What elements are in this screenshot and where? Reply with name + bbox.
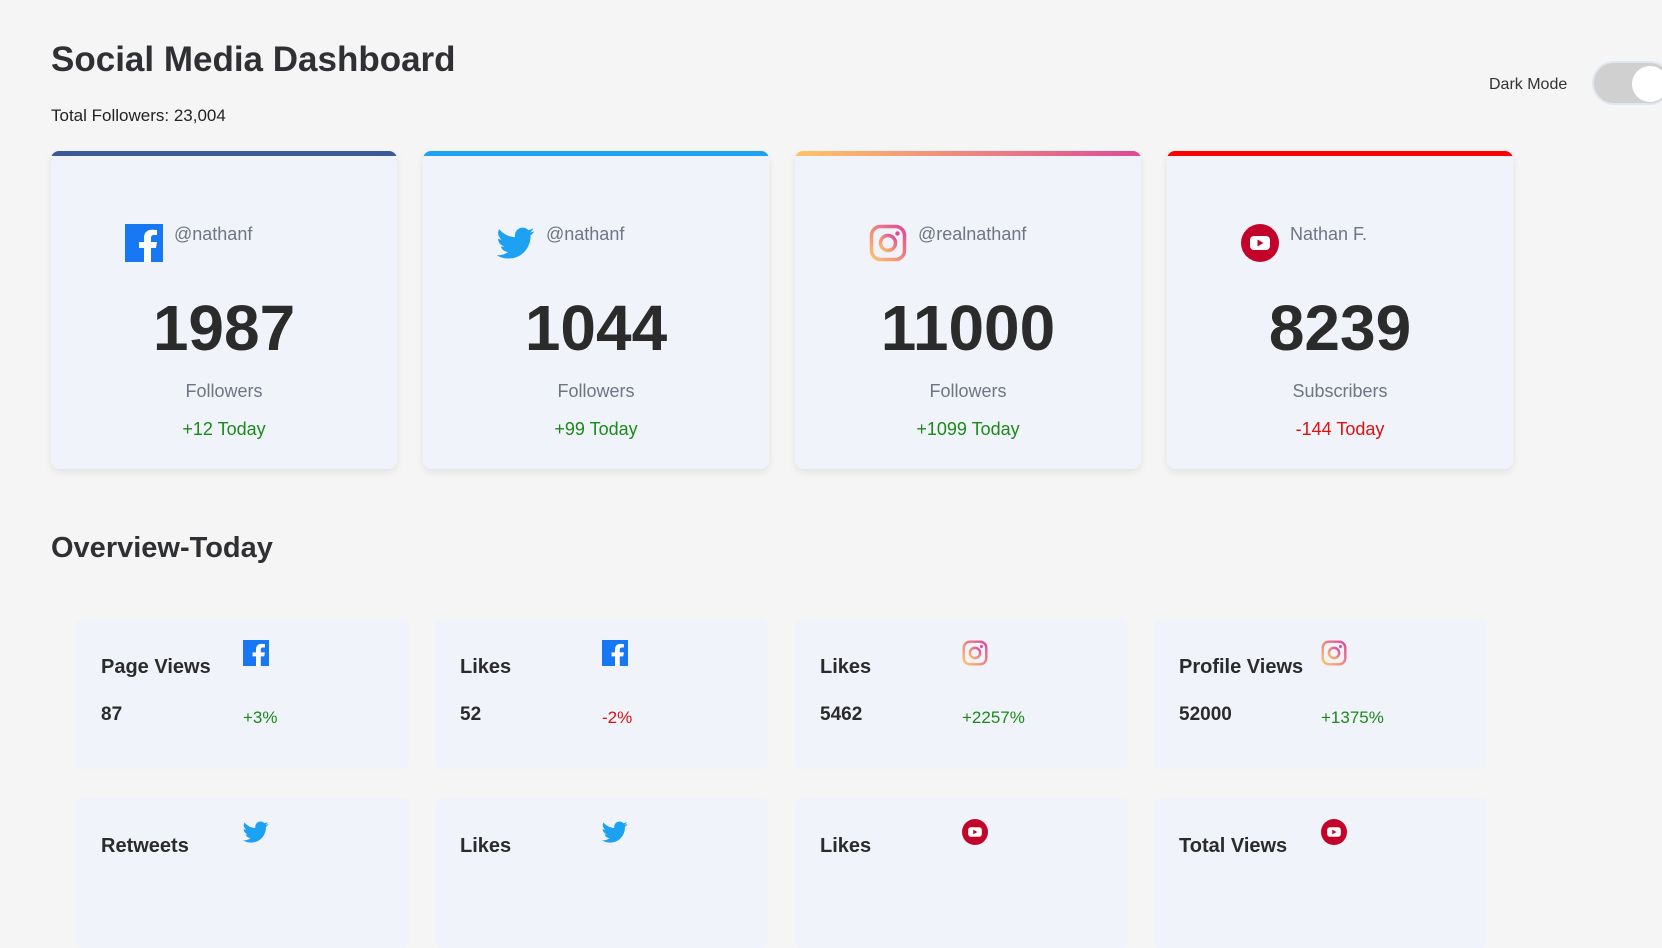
overview-metric: Page Views — [101, 656, 211, 678]
card-change: -144 Today — [1295, 419, 1385, 439]
overview-value: 87 — [101, 704, 123, 725]
overview-metric: Likes — [460, 656, 512, 678]
instagram-icon — [1321, 640, 1347, 666]
overview-change: +2257% — [962, 708, 1025, 727]
overview-value: 5462 — [820, 704, 863, 725]
toggle-knob[interactable] — [1632, 66, 1662, 102]
card-label: Followers — [557, 381, 635, 401]
dark-mode-label: Dark Mode — [1489, 76, 1568, 93]
card-count: 8239 — [1268, 292, 1412, 364]
card-instagram[interactable]: @realnathanf 11000 Followers +1099 Today — [795, 151, 1141, 469]
overview-title: Overview-Today — [51, 532, 273, 564]
overview-metric: Likes — [820, 835, 872, 857]
overview-metric: Retweets — [101, 835, 189, 857]
card-facebook[interactable]: @nathanf 1987 Followers +12 Today — [51, 151, 397, 469]
card-count: 1987 — [152, 292, 296, 364]
card-handle: @nathanf — [546, 224, 625, 244]
facebook-icon — [243, 640, 269, 666]
page-title: Social Media Dashboard — [51, 40, 456, 79]
overview-metric: Profile Views — [1179, 656, 1304, 678]
overview-card[interactable]: Retweets — [76, 798, 409, 948]
dark-mode-toggle[interactable] — [1592, 61, 1662, 105]
overview-change: +1375% — [1321, 708, 1384, 727]
card-accent-bar — [795, 151, 1141, 156]
overview-card[interactable]: Likes — [435, 798, 768, 948]
overview-value: 52000 — [1179, 704, 1232, 725]
card-accent-bar — [51, 151, 397, 156]
overview-metric: Likes — [820, 656, 872, 678]
card-change: +12 Today — [182, 419, 266, 439]
twitter-icon — [243, 821, 269, 843]
youtube-icon — [1321, 819, 1347, 845]
total-followers: Total Followers: 23,004 — [51, 106, 226, 125]
overview-card[interactable]: Likes 52 -2% — [435, 619, 768, 769]
card-count: 11000 — [880, 292, 1056, 364]
card-label: Followers — [185, 381, 263, 401]
overview-metric: Total Views — [1179, 835, 1288, 857]
overview-value: 52 — [460, 704, 482, 725]
card-handle: @realnathanf — [918, 224, 1027, 244]
card-handle: Nathan F. — [1290, 224, 1368, 244]
twitter-icon — [602, 821, 628, 843]
card-label: Subscribers — [1292, 381, 1388, 401]
card-accent-bar — [1167, 151, 1513, 156]
card-change: +99 Today — [554, 419, 638, 439]
overview-card[interactable]: Likes 5462 +2257% — [795, 619, 1128, 769]
overview-metric: Likes — [460, 835, 512, 857]
card-change: +1099 Today — [916, 419, 1020, 439]
overview-card[interactable]: Page Views 87 +3% — [76, 619, 409, 769]
overview-card[interactable]: Total Views — [1154, 798, 1487, 948]
youtube-icon — [1241, 224, 1279, 262]
card-count: 1044 — [524, 292, 668, 364]
card-accent-bar — [423, 151, 769, 156]
youtube-icon — [962, 819, 988, 845]
card-handle: @nathanf — [174, 224, 253, 244]
overview-change: +3% — [243, 708, 278, 727]
overview-card[interactable]: Profile Views 52000 +1375% — [1154, 619, 1487, 769]
card-label: Followers — [929, 381, 1007, 401]
card-youtube[interactable]: Nathan F. 8239 Subscribers -144 Today — [1167, 151, 1513, 469]
facebook-icon — [602, 640, 628, 666]
facebook-icon — [125, 224, 163, 262]
instagram-icon — [962, 640, 988, 666]
card-twitter[interactable]: @nathanf 1044 Followers +99 Today — [423, 151, 769, 469]
overview-change: -2% — [602, 708, 633, 727]
twitter-icon — [497, 227, 535, 259]
overview-card[interactable]: Likes — [795, 798, 1128, 948]
instagram-icon — [869, 224, 907, 262]
